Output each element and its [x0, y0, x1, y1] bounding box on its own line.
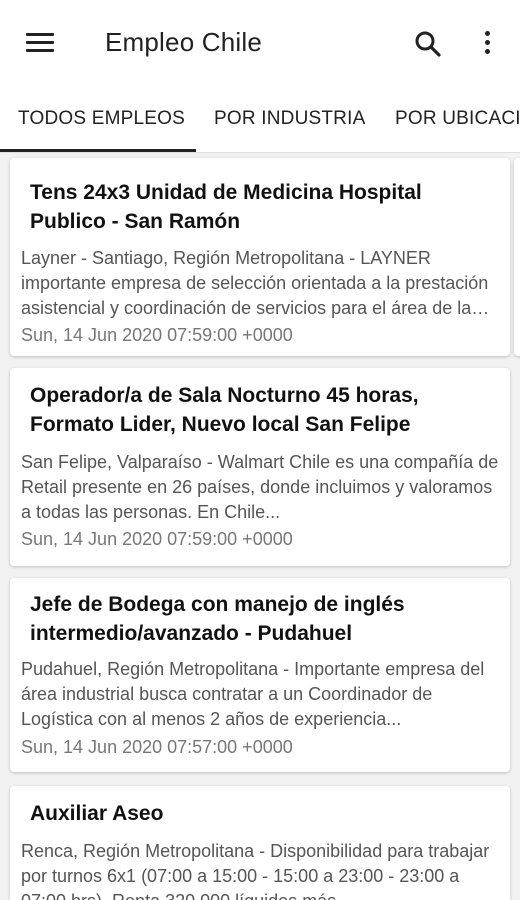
app-title: Empleo Chile [105, 27, 263, 57]
hamburger-menu-icon[interactable] [26, 29, 56, 55]
job-date: Sun, 14 Jun 2020 07:59:00 +0000 [21, 529, 293, 549]
job-card[interactable]: Operador/a de Sala Nocturno 45 horas, Fo… [10, 368, 510, 566]
job-description: Pudahuel, Región Metropolitana - Importa… [21, 659, 485, 729]
job-list[interactable]: Tens 24x3 Unidad de Medicina Hospital Pu… [0, 152, 520, 900]
job-title: Jefe de Bodega con manejo de inglés inte… [30, 593, 405, 645]
adjacent-page-card-edge [514, 158, 520, 356]
more-vert-icon[interactable] [476, 26, 500, 60]
job-description: San Felipe, Valparaíso - Walmart Chile e… [21, 452, 499, 522]
search-icon[interactable] [412, 28, 444, 60]
tab-por-ubicacion[interactable]: POR UBICACIÓN [395, 108, 520, 130]
job-date: Sun, 14 Jun 2020 07:59:00 +0000 [21, 325, 293, 345]
job-date: Sun, 14 Jun 2020 07:57:00 +0000 [21, 737, 293, 757]
tab-todos-empleos[interactable]: TODOS EMPLEOS [18, 108, 185, 130]
job-card[interactable]: Jefe de Bodega con manejo de inglés inte… [10, 578, 510, 772]
job-description: Layner - Santiago, Región Metropolitana … [21, 248, 489, 318]
job-description: Renca, Región Metropolitana - Disponibil… [21, 841, 490, 900]
job-card[interactable]: Auxiliar Aseo Renca, Región Metropolitan… [10, 786, 510, 900]
job-title: Tens 24x3 Unidad de Medicina Hospital Pu… [30, 181, 422, 233]
tab-por-industria[interactable]: POR INDUSTRIA [214, 108, 365, 130]
job-card[interactable]: Tens 24x3 Unidad de Medicina Hospital Pu… [10, 158, 510, 356]
app-bar: Empleo Chile [0, 0, 520, 86]
tab-bar: TODOS EMPLEOS POR INDUSTRIA POR UBICACIÓ… [0, 86, 520, 153]
job-title: Auxiliar Aseo [30, 802, 164, 825]
job-title: Operador/a de Sala Nocturno 45 horas, Fo… [30, 384, 419, 436]
